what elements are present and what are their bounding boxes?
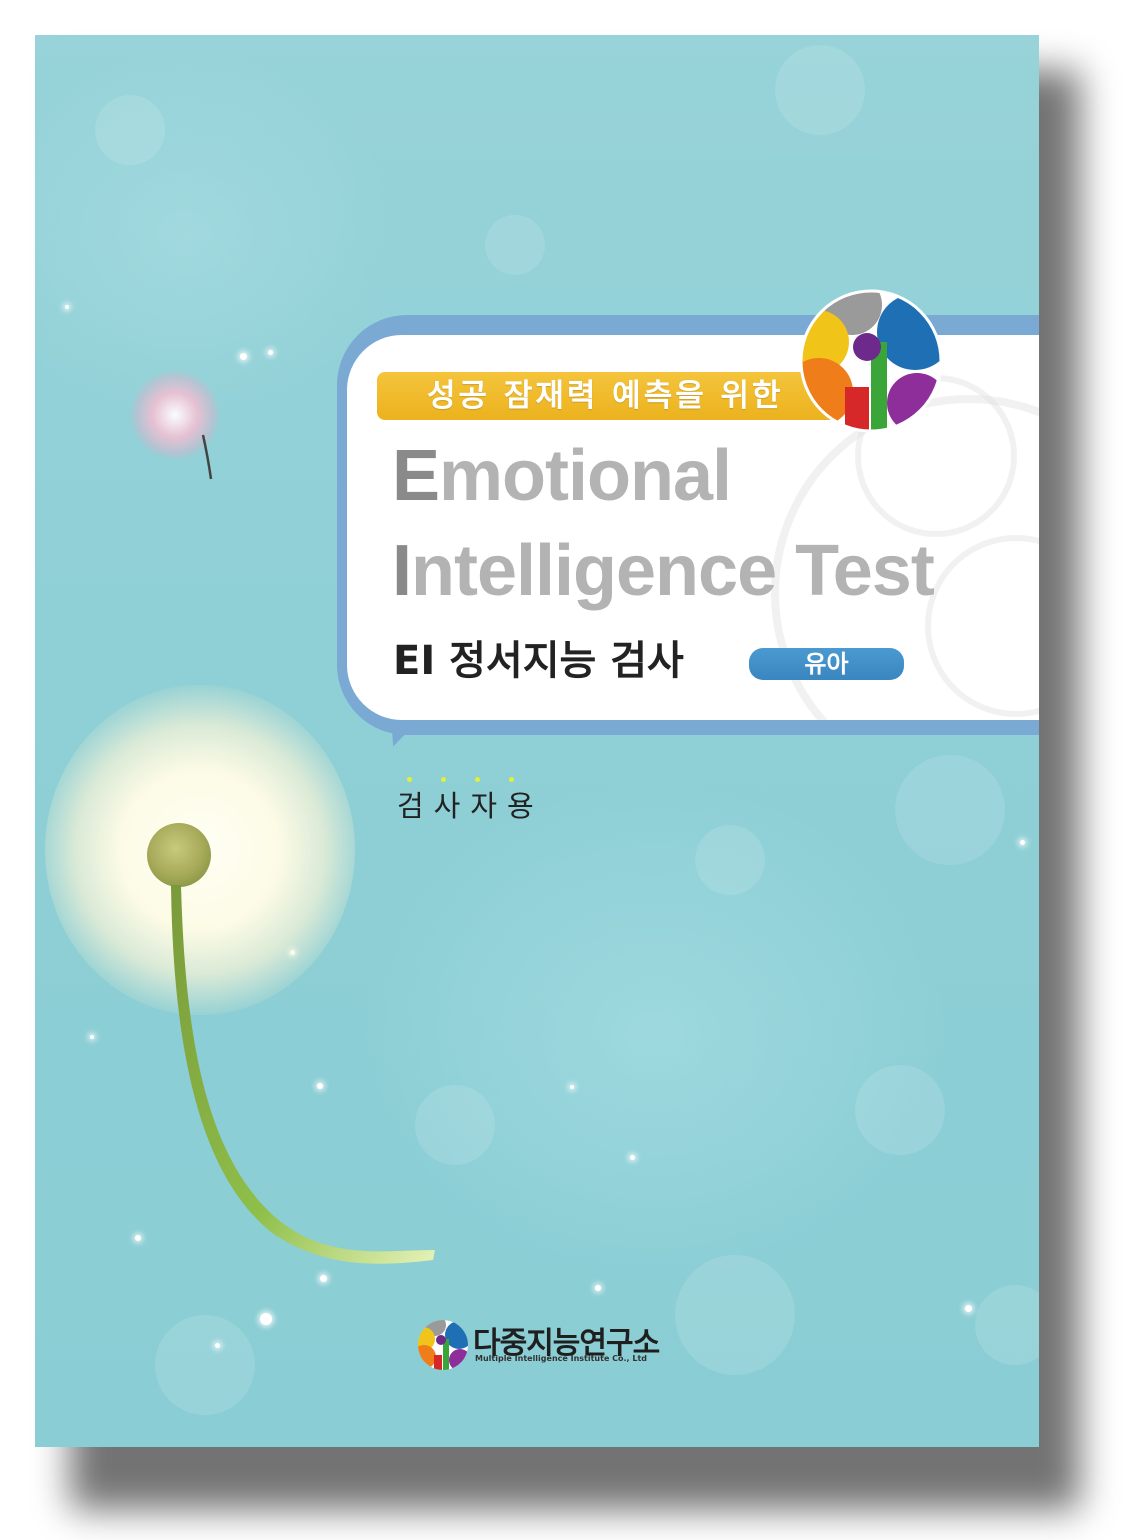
book-cover: 성공 잠재력 예측을 위한 Emotional Intelligence Tes… bbox=[35, 35, 1039, 1447]
title-intelligence-test: Intelligence Test bbox=[392, 531, 935, 611]
title-emotional: Emotional bbox=[392, 436, 732, 516]
user-label: 검사자용 bbox=[397, 789, 544, 823]
publisher: 다중지능연구소 Multiple Intelligence Institute … bbox=[417, 1313, 677, 1373]
subtitle: 성공 잠재력 예측을 위한 bbox=[427, 378, 784, 414]
age-group-badge: 유아 bbox=[749, 648, 904, 680]
publisher-logo-icon bbox=[418, 1320, 468, 1370]
publisher-name-en: Multiple Intelligence Institute Co., Ltd bbox=[475, 1354, 648, 1363]
dandelion-stem bbox=[171, 434, 435, 1264]
multiple-intelligence-logo-icon bbox=[799, 289, 943, 433]
korean-title: EI 정서지능 검사 bbox=[393, 638, 684, 684]
